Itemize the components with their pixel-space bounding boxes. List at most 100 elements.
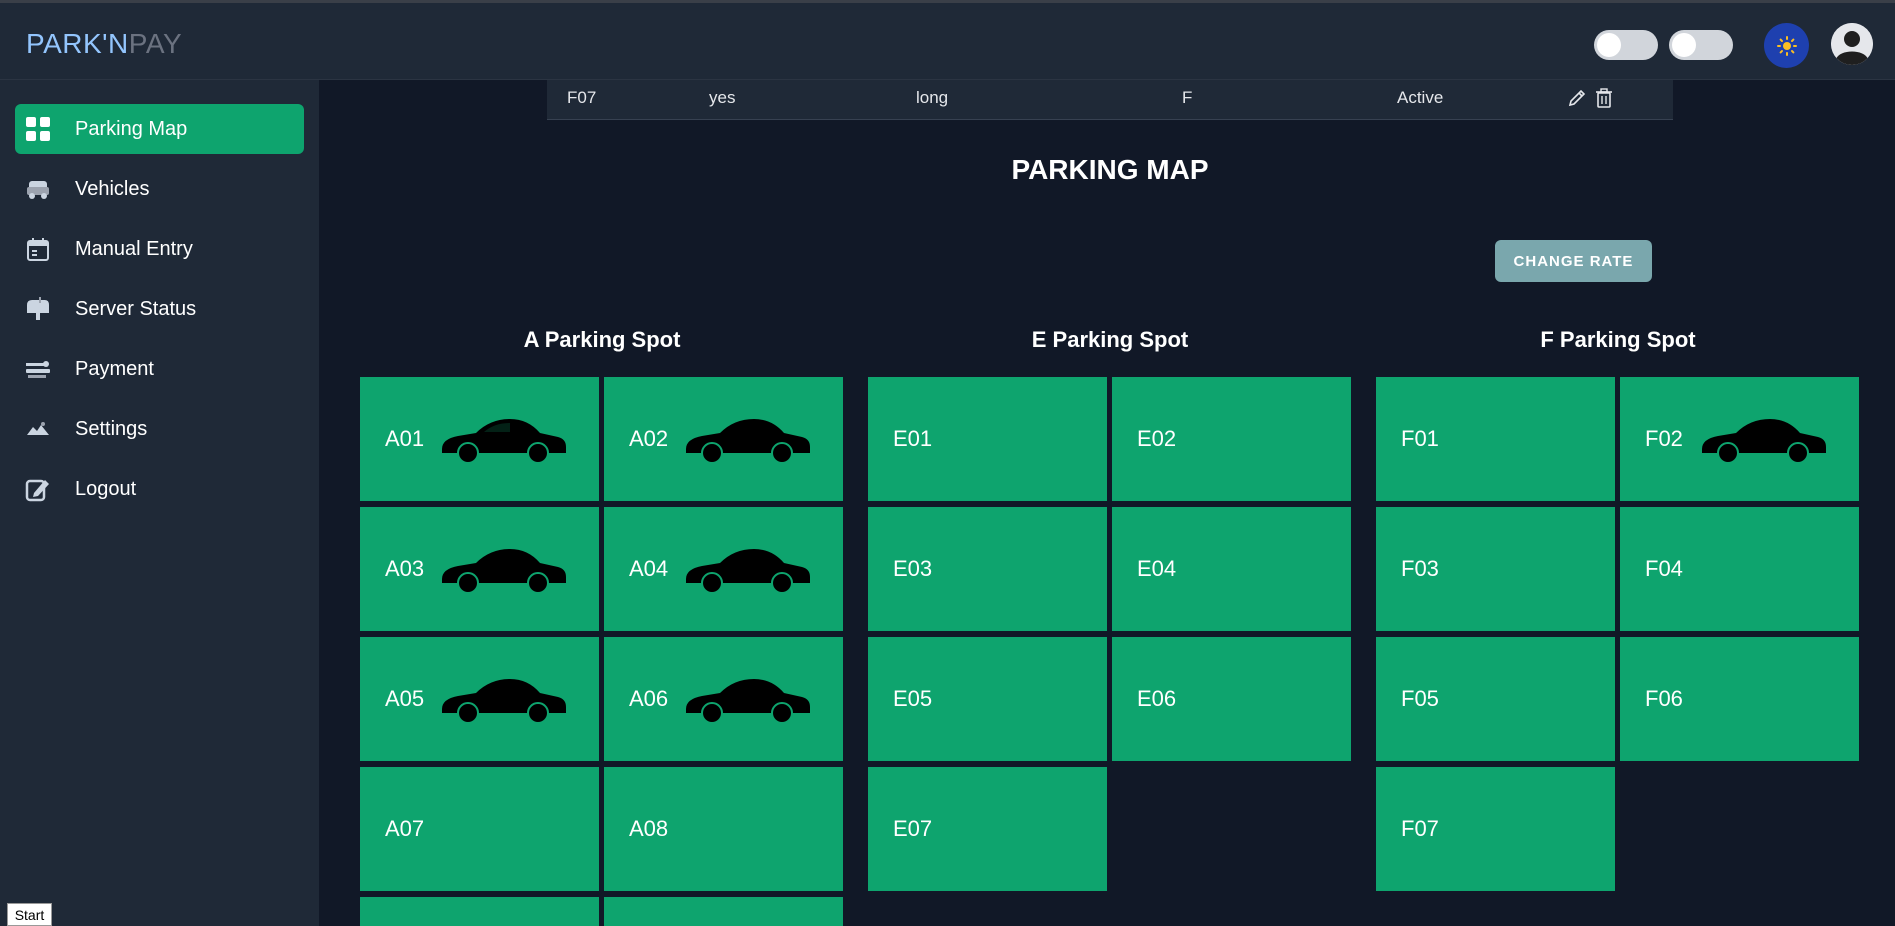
parking-spot-e07[interactable]: E07 [868, 767, 1107, 891]
spot-label: E03 [893, 556, 933, 581]
vehicle-icon [25, 176, 51, 202]
parking-spot-e02[interactable]: E02 [1112, 377, 1351, 501]
parking-spot-f07[interactable]: F07 [1376, 767, 1615, 891]
parking-spot-partial[interactable] [360, 897, 599, 926]
parking-spot-a06[interactable]: A06 [604, 637, 843, 761]
sidebar-item-payment[interactable]: Payment [15, 344, 304, 394]
top-bar: PARK'NPAY [0, 0, 1895, 80]
car-icon [686, 679, 810, 723]
sidebar-item-settings[interactable]: Settings [15, 404, 304, 454]
user-avatar-icon [1831, 23, 1873, 65]
spot-label: F04 [1645, 556, 1683, 581]
sidebar-item-label: Logout [75, 477, 137, 500]
start-button[interactable]: Start [7, 903, 52, 926]
toggle-switch-1[interactable] [1594, 30, 1658, 60]
spot-label: F03 [1401, 556, 1439, 581]
sidebar-item-vehicles[interactable]: Vehicles [15, 164, 304, 214]
spot-label: F01 [1401, 426, 1439, 451]
spot-label: A01 [385, 426, 425, 451]
brand-part-1: PARK'N [26, 28, 129, 59]
lot-title-f: F Parking Spot [1540, 327, 1696, 352]
parking-spot-a04[interactable]: A04 [604, 507, 843, 631]
brand-logo[interactable]: PARK'NPAY [26, 28, 182, 60]
cell-spot: F07 [567, 88, 597, 107]
row-actions [1567, 88, 1613, 108]
lot-title-a: A Parking Spot [523, 327, 681, 352]
spot-label: E05 [893, 686, 933, 711]
parking-spot-e04[interactable]: E04 [1112, 507, 1351, 631]
sidebar-item-label: Manual Entry [75, 237, 193, 260]
settings-icon [25, 416, 51, 442]
parking-spot-f06[interactable]: F06 [1620, 637, 1859, 761]
sidebar-item-label: Settings [75, 417, 148, 440]
change-rate-button[interactable]: CHANGE RATE [1495, 240, 1652, 282]
parking-spot-partial[interactable] [604, 897, 843, 926]
car-icon [686, 419, 810, 463]
page-title: PARKING MAP [1011, 154, 1209, 185]
car-icon [442, 679, 566, 723]
spot-label: A08 [629, 816, 669, 841]
parking-spot-f02[interactable]: F02 [1620, 377, 1859, 501]
parking-spot-e05[interactable]: E05 [868, 637, 1107, 761]
parking-spot-a03[interactable]: A03 [360, 507, 599, 631]
parking-spot-a08[interactable]: A08 [604, 767, 843, 891]
parking-spot-e01[interactable]: E01 [868, 377, 1107, 501]
spot-label: F05 [1401, 686, 1439, 711]
car-icon [442, 419, 566, 463]
trash-icon[interactable] [1595, 88, 1613, 108]
cell-flag: yes [709, 88, 736, 107]
lot-title-e: E Parking Spot [1031, 327, 1189, 352]
parking-spot-f01[interactable]: F01 [1376, 377, 1615, 501]
car-icon [442, 549, 566, 593]
spot-label: E04 [1137, 556, 1177, 581]
payment-icon [25, 356, 51, 382]
theme-toggle-button[interactable] [1764, 23, 1809, 68]
sidebar-item-label: Vehicles [75, 177, 150, 200]
calendar-icon [25, 236, 51, 262]
sidebar-item-label: Parking Map [75, 117, 188, 140]
edit-icon[interactable] [1567, 88, 1587, 108]
sun-icon [1776, 35, 1797, 56]
parking-spot-a05[interactable]: A05 [360, 637, 599, 761]
cell-lot: F [1182, 88, 1193, 107]
toggle-switch-2[interactable] [1669, 30, 1733, 60]
sidebar-item-label: Payment [75, 357, 154, 380]
spot-label: F02 [1645, 426, 1683, 451]
spot-label: E06 [1137, 686, 1177, 711]
cell-status: Active [1397, 88, 1444, 107]
cell-duration: long [916, 88, 949, 107]
mailbox-icon [25, 296, 51, 322]
sidebar: Parking Map Vehicles Manual Entry Server… [0, 80, 319, 926]
spot-label: F07 [1401, 816, 1439, 841]
parking-spot-a07[interactable]: A07 [360, 767, 599, 891]
sidebar-item-logout[interactable]: Logout [15, 464, 304, 514]
spot-label: A03 [385, 556, 425, 581]
spot-label: E07 [893, 816, 933, 841]
spot-label: E02 [1137, 426, 1177, 451]
spot-label: F06 [1645, 686, 1683, 711]
parking-spot-f05[interactable]: F05 [1376, 637, 1615, 761]
parking-spot-f03[interactable]: F03 [1376, 507, 1615, 631]
toggle-knob [1672, 33, 1696, 57]
spot-label: A06 [629, 686, 669, 711]
spot-label: A02 [629, 426, 669, 451]
brand-part-2: PAY [128, 28, 183, 59]
spot-label: A04 [629, 556, 669, 581]
sidebar-item-manual-entry[interactable]: Manual Entry [15, 224, 304, 274]
table-row: F07 yes long F Active [547, 80, 1673, 120]
spot-label: A07 [385, 816, 425, 841]
spot-label: E01 [893, 426, 933, 451]
car-icon [1702, 419, 1826, 463]
parking-spot-f04[interactable]: F04 [1620, 507, 1859, 631]
grid-icon [25, 116, 51, 142]
spot-label: A05 [385, 686, 425, 711]
toggle-knob [1597, 33, 1621, 57]
parking-spot-e03[interactable]: E03 [868, 507, 1107, 631]
sidebar-item-server-status[interactable]: Server Status [15, 284, 304, 334]
car-icon [686, 549, 810, 593]
parking-spot-a01[interactable]: A01 [360, 377, 599, 501]
parking-spot-e06[interactable]: E06 [1112, 637, 1351, 761]
sidebar-item-parking-map[interactable]: Parking Map [15, 104, 304, 154]
user-avatar[interactable] [1831, 23, 1873, 65]
parking-spot-a02[interactable]: A02 [604, 377, 843, 501]
